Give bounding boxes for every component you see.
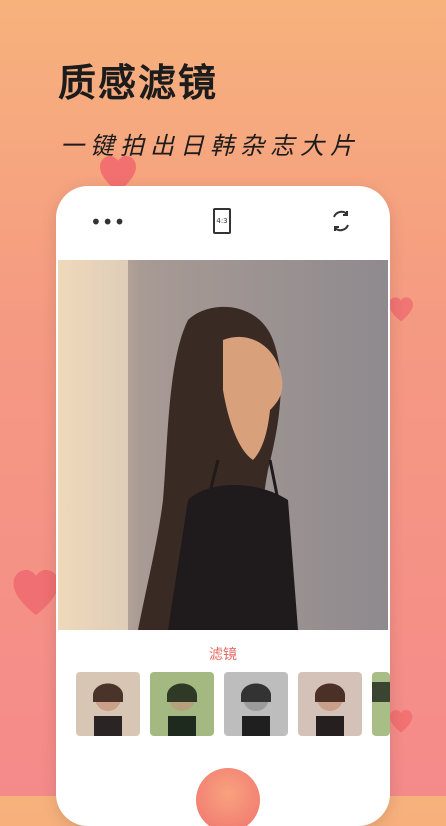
more-dots-icon[interactable]: ••• [90,212,125,232]
heart-icon [389,710,413,733]
filter-thumbnail[interactable] [372,672,390,736]
capture-button[interactable] [196,768,260,826]
camera-preview-photo [58,260,388,630]
filter-section-title: 滤镜 [209,647,237,663]
aspect-ratio-button[interactable]: 4:3 [213,208,231,234]
filter-thumbnail[interactable] [224,672,288,736]
phone-mockup: ••• 4:3 滤镜 [56,186,390,826]
camera-toolbar: ••• 4:3 [56,186,390,260]
filter-thumbnail[interactable] [298,672,362,736]
filter-thumbnail[interactable] [150,672,214,736]
switch-camera-icon[interactable] [328,208,354,234]
filter-thumbnail[interactable] [76,672,140,736]
filter-strip [76,672,390,742]
page-heading: 质感滤镜 [58,61,219,105]
